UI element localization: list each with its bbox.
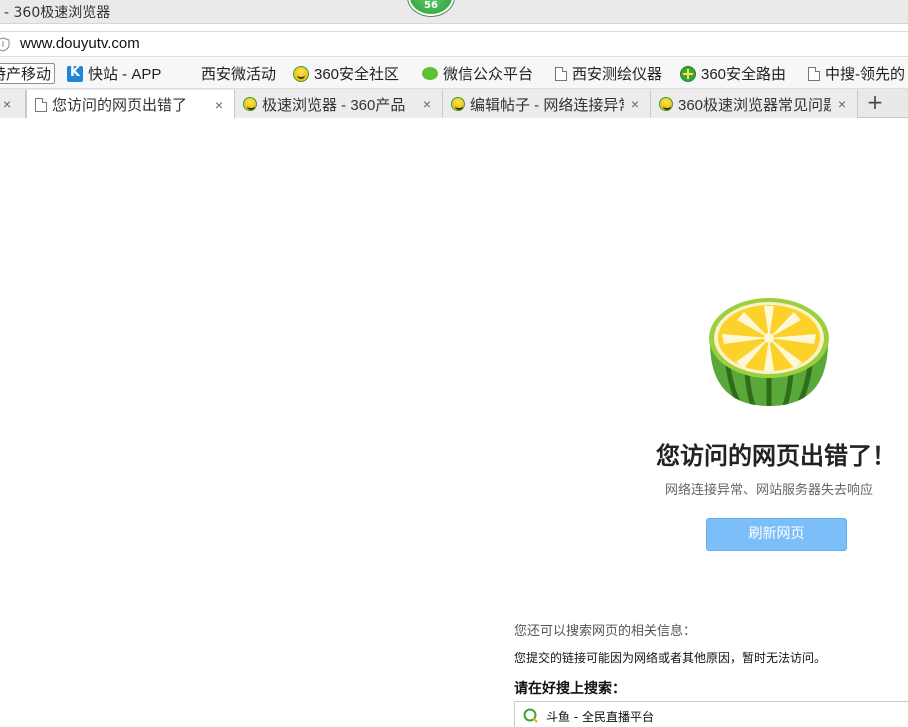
bookmarks-bar: 特产移动 快站 - APP 西安微活动 360安全社区 微信公众平台 西安测绘仪… bbox=[0, 58, 908, 89]
tab[interactable]: 极速浏览器 - 360产品 × bbox=[235, 90, 443, 118]
tab-close-button[interactable]: × bbox=[420, 96, 434, 112]
new-tab-button[interactable]: + bbox=[864, 92, 886, 114]
watermelon-logo-icon bbox=[709, 298, 829, 406]
bookmark-label: 西安微活动 bbox=[201, 66, 277, 83]
smile-icon bbox=[451, 97, 465, 111]
error-title: 您访问的网页出错了！ bbox=[656, 442, 896, 470]
bookmark-item[interactable]: 西安测绘仪器 bbox=[555, 63, 662, 84]
tab-close-button[interactable]: × bbox=[0, 96, 14, 112]
bookmark-label: 中搜-领先的 bbox=[825, 66, 905, 83]
tab[interactable]: × bbox=[0, 90, 26, 118]
smile-icon bbox=[659, 97, 673, 111]
bookmark-label: 360安全路由 bbox=[701, 66, 787, 83]
haosou-search-icon bbox=[523, 708, 538, 723]
tab-close-button[interactable]: × bbox=[212, 97, 226, 113]
bookmark-label: 特产移动 bbox=[0, 66, 52, 83]
tab-close-button[interactable]: × bbox=[628, 96, 642, 112]
tab-active[interactable]: 您访问的网页出错了 × bbox=[26, 90, 235, 119]
smile-icon bbox=[293, 65, 309, 82]
smile-icon bbox=[243, 97, 257, 111]
error-subtitle: 网络连接异常、网站服务器失去响应 bbox=[665, 483, 874, 498]
bookmark-label: 微信公众平台 bbox=[443, 66, 534, 83]
tab-close-button[interactable]: × bbox=[835, 96, 849, 112]
tab-title: 360极速浏览器常见问题 bbox=[678, 96, 831, 114]
window-titlebar: - 360极速浏览器 bbox=[0, 0, 908, 24]
address-bar[interactable]: www.douyutv.com bbox=[0, 31, 908, 57]
bookmark-item[interactable]: 西安微活动 bbox=[201, 63, 276, 84]
page-icon bbox=[555, 66, 567, 81]
page-content: 您访问的网页出错了！ 网络连接异常、网站服务器失去响应 刷新网页 您还可以搜索网… bbox=[0, 118, 908, 727]
tab-title: 编辑帖子 - 网络连接异常 bbox=[470, 96, 624, 114]
refresh-page-button[interactable]: 刷新网页 bbox=[706, 518, 847, 551]
bookmark-item[interactable]: 360安全路由 bbox=[680, 63, 786, 84]
tab[interactable]: 360极速浏览器常见问题 × bbox=[651, 90, 858, 118]
bookmark-label: 360安全社区 bbox=[314, 66, 400, 83]
search-hint: 您还可以搜索网页的相关信息： bbox=[514, 624, 697, 639]
plus-icon bbox=[680, 65, 696, 82]
search-prompt-label: 请在好搜上搜索： bbox=[514, 681, 626, 697]
search-value[interactable]: 斗鱼 - 全民直播平台 bbox=[546, 708, 654, 725]
tab-title: 极速浏览器 - 360产品 bbox=[262, 96, 406, 114]
page-icon bbox=[808, 66, 820, 81]
url-field[interactable]: www.douyutv.com bbox=[20, 35, 140, 52]
tab[interactable]: 编辑帖子 - 网络连接异常 × bbox=[443, 90, 651, 118]
wechat-icon bbox=[422, 67, 438, 80]
bookmark-item[interactable]: 微信公众平台 bbox=[422, 63, 533, 84]
bookmark-item[interactable]: 360安全社区 bbox=[293, 63, 399, 84]
page-icon bbox=[35, 97, 47, 112]
security-shield-icon[interactable] bbox=[0, 37, 10, 52]
bookmark-item[interactable]: 特产移动 bbox=[0, 63, 56, 84]
bookmark-label: 快站 - APP bbox=[88, 66, 162, 83]
bookmark-item[interactable]: 快站 - APP bbox=[67, 63, 161, 84]
error-reason: 您提交的链接可能因为网络或者其他原因，暂时无法访问。 bbox=[514, 651, 827, 665]
tab-title: 您访问的网页出错了 bbox=[52, 97, 188, 114]
window-title: - 360极速浏览器 bbox=[4, 5, 111, 21]
badge-count: 56 bbox=[424, 0, 438, 11]
k-icon bbox=[67, 65, 83, 82]
bookmark-label: 西安测绘仪器 bbox=[572, 66, 663, 83]
bookmark-item[interactable]: 中搜-领先的 bbox=[808, 63, 905, 84]
tab-bar: × 您访问的网页出错了 × 极速浏览器 - 360产品 × 编辑帖子 - 网络连… bbox=[0, 89, 908, 119]
haosou-search-field[interactable]: 斗鱼 - 全民直播平台 bbox=[514, 701, 908, 727]
